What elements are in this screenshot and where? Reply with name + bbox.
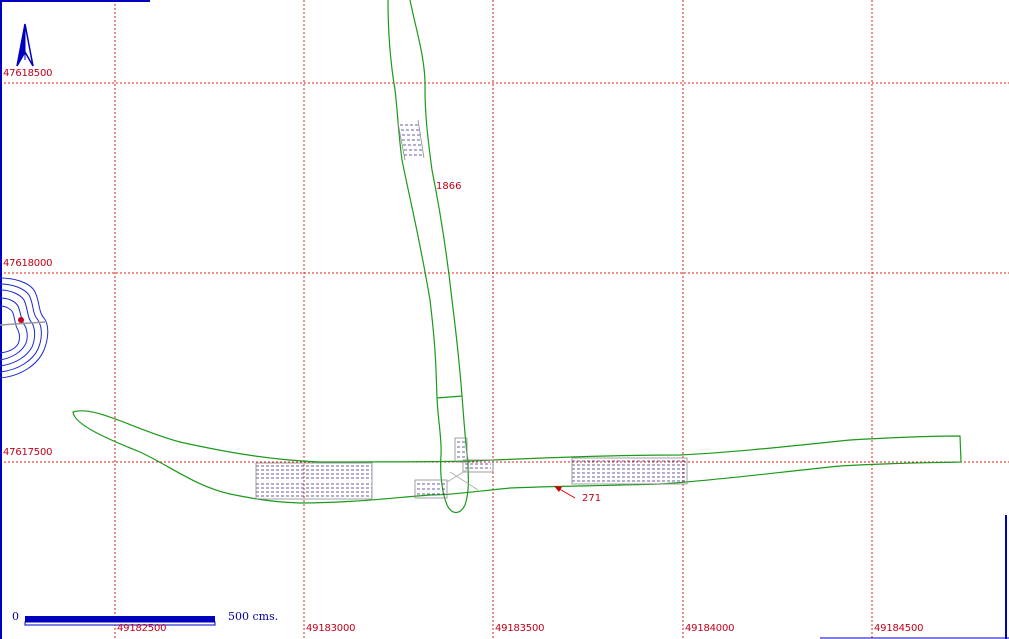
path-label-271[interactable]: 271 [582, 493, 601, 504]
map-graphic-line [436, 395, 463, 399]
scale-end-label: 500 cms. [228, 610, 279, 623]
contour-feature [0, 277, 49, 379]
map-graphic-line [449, 471, 479, 491]
path-label-1866[interactable]: 1866 [436, 181, 461, 192]
hatched-blocks [255, 119, 688, 500]
easting-label-1: 49182500 [117, 623, 167, 634]
path-outline-271 [72, 410, 962, 504]
easting-label-3: 49183500 [495, 623, 545, 634]
map-canvas[interactable] [0, 0, 1009, 639]
map-graphic-line [417, 119, 425, 159]
northing-label-3: 47617500 [3, 447, 53, 458]
northing-label-2: 47618000 [3, 258, 53, 269]
easting-label-5: 49184500 [874, 623, 924, 634]
map-graphic-path [0, 305, 20, 354]
scale-start-label: 0 [12, 610, 19, 623]
easting-label-2: 49183000 [306, 623, 356, 634]
hatch-block-upper [397, 119, 425, 161]
path-outline-1866 [387, 0, 469, 514]
arrow-pointer-271 [554, 486, 576, 499]
map-graphic-line [446, 467, 471, 483]
map-graphic-polygon [554, 486, 562, 492]
hatch-block-junction [414, 437, 494, 499]
easting-label-4: 49184000 [685, 623, 735, 634]
hatch-block-left [255, 462, 373, 500]
map-view[interactable]: 49182500 49183000 49183500 49184000 4918… [0, 0, 1009, 639]
map-graphic-rect [255, 462, 373, 500]
map-graphic-path [0, 297, 28, 361]
map-graphic-circle [18, 317, 24, 323]
grid-lines [0, 0, 1009, 639]
north-arrow-icon [16, 23, 34, 67]
northing-label-1: 47618500 [3, 68, 53, 79]
map-graphic-rect [25, 616, 215, 622]
